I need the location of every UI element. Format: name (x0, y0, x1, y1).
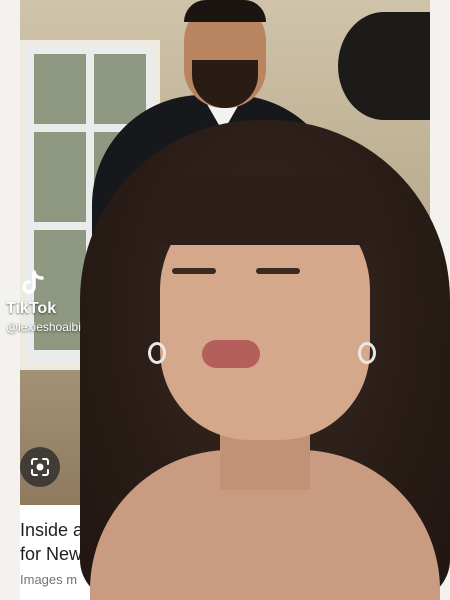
wall-shelf (338, 12, 430, 120)
lens-button[interactable] (20, 447, 60, 487)
result-source: Images m (20, 572, 78, 587)
tiktok-watermark: TikTok @lexieshoaibi (6, 268, 81, 334)
woman-overlay (80, 120, 450, 600)
tiktok-handle: @lexieshoaibi (6, 320, 81, 334)
lens-icon (31, 458, 49, 476)
tiktok-logo-icon (22, 270, 44, 294)
tiktok-brand: TikTok (6, 300, 57, 317)
